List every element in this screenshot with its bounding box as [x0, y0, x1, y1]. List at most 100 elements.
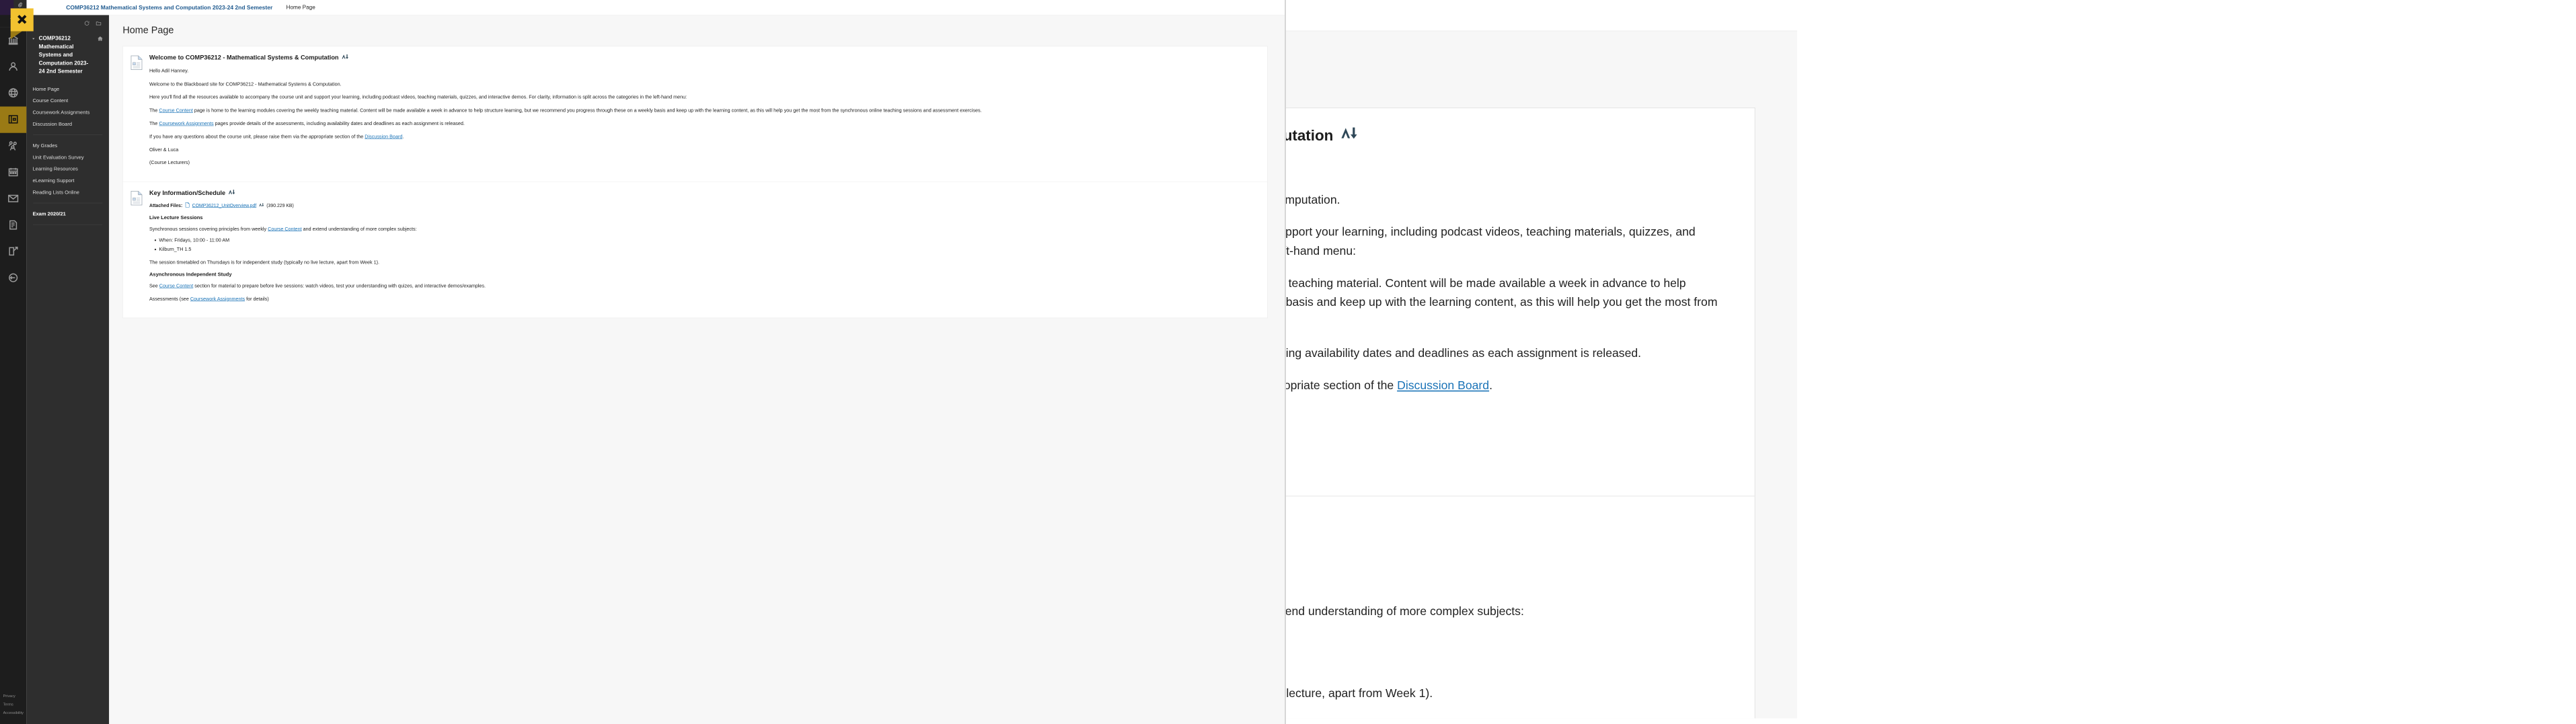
rail-item-courses[interactable]: [0, 106, 27, 133]
course-menu-item-my-grades[interactable]: My Grades: [26, 140, 109, 151]
rail-item-activity-stream[interactable]: [0, 80, 26, 106]
discussion-board-link[interactable]: Discussion Board: [1397, 378, 1489, 392]
course-menu-group-two: My Grades Unit Evaluation Survey Learnin…: [26, 140, 109, 198]
rail-item-tools[interactable]: [0, 239, 26, 265]
live-lecture-paragraph: Synchronous sessions covering principles…: [1286, 602, 1731, 621]
text-to-speech-icon[interactable]: [228, 190, 235, 197]
text-to-speech-icon[interactable]: [259, 203, 264, 209]
welcome-card-body: Welcome to COMP36212 - Mathematical Syst…: [149, 54, 1258, 171]
coursework-assignments-link[interactable]: Coursework Assignments: [190, 296, 245, 301]
welcome-card-title: Welcome to COMP36212 - Mathematical Syst…: [149, 54, 339, 61]
close-icon: [16, 13, 28, 26]
rail-item-grades[interactable]: [0, 212, 26, 239]
welcome-signature: Oliver & Luca: [1286, 408, 1731, 428]
page-title: Home Page: [1286, 55, 1797, 82]
cw-post: pages provide details of the assessments…: [213, 120, 465, 126]
rail-footer-links: Privacy Terms Accessibility: [0, 692, 26, 724]
home-icon[interactable]: [97, 34, 103, 43]
breadcrumb-current-page: Home Page: [286, 4, 315, 11]
course-content-link[interactable]: Course Content: [268, 226, 301, 231]
rail-item-messages[interactable]: [0, 186, 26, 212]
calendar-icon: [7, 167, 18, 179]
welcome-signature-role: (Course Lecturers): [1286, 440, 1731, 460]
q-pre: If you have any questions about the cour…: [1286, 378, 1394, 393]
messages-icon: [7, 193, 19, 205]
course-content-link[interactable]: Course Content: [159, 108, 192, 113]
close-overlay-button[interactable]: [10, 8, 34, 40]
timetable-note: The session timetabled on Thursdays is f…: [1286, 686, 1433, 700]
welcome-resources-paragraph: Here you'll find all the resources avail…: [1285, 225, 1696, 258]
assessments-paragraph: Assessments (see Coursework Assignments …: [149, 295, 1258, 303]
list-item: Kilburn_TH 1.5: [159, 245, 1257, 253]
welcome-greeting: Hello Adil Hanney.: [1286, 158, 1731, 177]
live-lecture-paragraph: Synchronous sessions covering principles…: [149, 225, 1258, 233]
course-content-link[interactable]: Course Content: [159, 283, 193, 288]
live-lecture-heading: Live Lecture Sessions: [1286, 577, 1731, 592]
footer-link-accessibility[interactable]: Accessibility: [3, 709, 27, 717]
key-information-title-row: Key Information/Schedule: [149, 190, 1258, 197]
welcome-card-title-row: Welcome to COMP36212 - Mathematical Syst…: [149, 54, 1258, 61]
course-menu-item-reading-lists-online[interactable]: Reading Lists Online: [26, 186, 109, 198]
course-menu-item-course-content[interactable]: Course Content: [26, 95, 109, 106]
organisations-icon: [7, 140, 18, 152]
right-app-scaler: COMP36212 Mathematical Systems and Compu…: [1285, 0, 1797, 719]
welcome-course-content-paragraph: The Course Content page is home to the l…: [149, 106, 1258, 114]
refresh-icon[interactable]: [84, 20, 90, 27]
folder-icon[interactable]: [96, 20, 102, 27]
list-item: Kilburn_TH 1.5: [1286, 652, 1731, 670]
asmt-pre: Assessments (see: [149, 296, 190, 302]
coursework-assignments-link[interactable]: Coursework Assignments: [159, 120, 213, 126]
courses-icon: [7, 114, 18, 126]
course-menu-item-unit-evaluation-survey[interactable]: Unit Evaluation Survey: [26, 151, 109, 163]
cc-post: page is home to the learning modules cov…: [192, 107, 982, 113]
cc-pre: The: [149, 107, 159, 113]
right-zoomed-pane: COMP36212 Mathematical Systems and Compu…: [1285, 0, 2576, 724]
breadcrumb-course-link[interactable]: COMP36212 Mathematical Systems and Compu…: [66, 4, 272, 11]
welcome-intro: Welcome to the Blackboard site for COMP3…: [1285, 192, 1340, 206]
rail-item-signout[interactable]: [0, 265, 26, 291]
attached-file-link[interactable]: COMP36212_UnitOverview.pdf: [192, 203, 257, 208]
live-lecture-bullets: When: Fridays, 10:00 - 11:00 AM Kilburn_…: [1286, 629, 1731, 670]
course-menu-item-coursework-assignments[interactable]: Coursework Assignments: [26, 106, 109, 118]
ll-pre: Synchronous sessions covering principles…: [149, 226, 268, 232]
discussion-board-link[interactable]: Discussion Board: [365, 134, 402, 139]
rail-item-organisations[interactable]: [0, 133, 26, 159]
async-study-paragraph: See Course Content section for material …: [149, 282, 1258, 290]
text-to-speech-icon[interactable]: [342, 54, 348, 61]
blackboard-app-right: COMP36212 Mathematical Systems and Compu…: [1285, 0, 1797, 719]
q-post: .: [1489, 378, 1492, 393]
attached-file-size: (390.229 KB): [266, 202, 294, 208]
key-information-card: Key Information/Schedule Attached Files:: [122, 182, 1268, 318]
document-icon: [130, 55, 143, 172]
welcome-intro: Welcome to the Blackboard site for COMP3…: [149, 81, 342, 87]
footer-link-terms[interactable]: Terms: [3, 700, 27, 709]
tools-icon: [7, 246, 18, 258]
rail-item-calendar[interactable]: [0, 159, 26, 186]
welcome-questions-paragraph: If you have any questions about the cour…: [149, 132, 1258, 140]
welcome-item-card: Welcome to COMP36212 - Mathematical Syst…: [122, 46, 1268, 182]
chevron-down-icon[interactable]: [31, 36, 36, 42]
welcome-coursework-paragraph: The Coursework Assignments pages provide…: [1285, 344, 1731, 364]
grades-icon: [7, 219, 18, 231]
text-to-speech-icon[interactable]: [1341, 126, 1357, 144]
key-information-body: Key Information/Schedule Attached Files:: [1286, 515, 1731, 719]
q-pre: If you have any questions about the cour…: [149, 133, 365, 139]
rail-item-profile[interactable]: [0, 54, 26, 80]
as-pre: See: [149, 282, 159, 289]
course-menu-item-elearning-support[interactable]: eLearning Support: [26, 175, 109, 186]
welcome-item-card: Welcome to COMP36212 - Mathematical Syst…: [1285, 108, 1755, 497]
cw-post: pages provide details of the assessments…: [1285, 346, 1642, 360]
attached-files-row: Attached Files: COMP36212_UnitOverview.p…: [149, 202, 1258, 209]
top-breadcrumb-bar: COMP36212 Mathematical Systems and Compu…: [1286, 0, 1797, 32]
key-information-title: Key Information/Schedule: [149, 189, 226, 196]
top-breadcrumb-bar: COMP36212 Mathematical Systems and Compu…: [0, 0, 1285, 15]
welcome-greeting: Hello Adil Hanney.: [149, 68, 189, 74]
asmt-post: for details): [245, 296, 269, 302]
footer-link-privacy[interactable]: Privacy: [3, 692, 27, 700]
course-menu-item-exam[interactable]: Exam 2020/21: [26, 208, 109, 219]
course-menu-item-home-page[interactable]: Home Page: [26, 83, 109, 95]
cw-pre: The: [149, 120, 159, 126]
key-information-card: Key Information/Schedule Attached Files:: [1286, 496, 1755, 719]
course-menu-item-discussion-board[interactable]: Discussion Board: [26, 118, 109, 130]
course-menu-item-learning-resources[interactable]: Learning Resources: [26, 163, 109, 174]
